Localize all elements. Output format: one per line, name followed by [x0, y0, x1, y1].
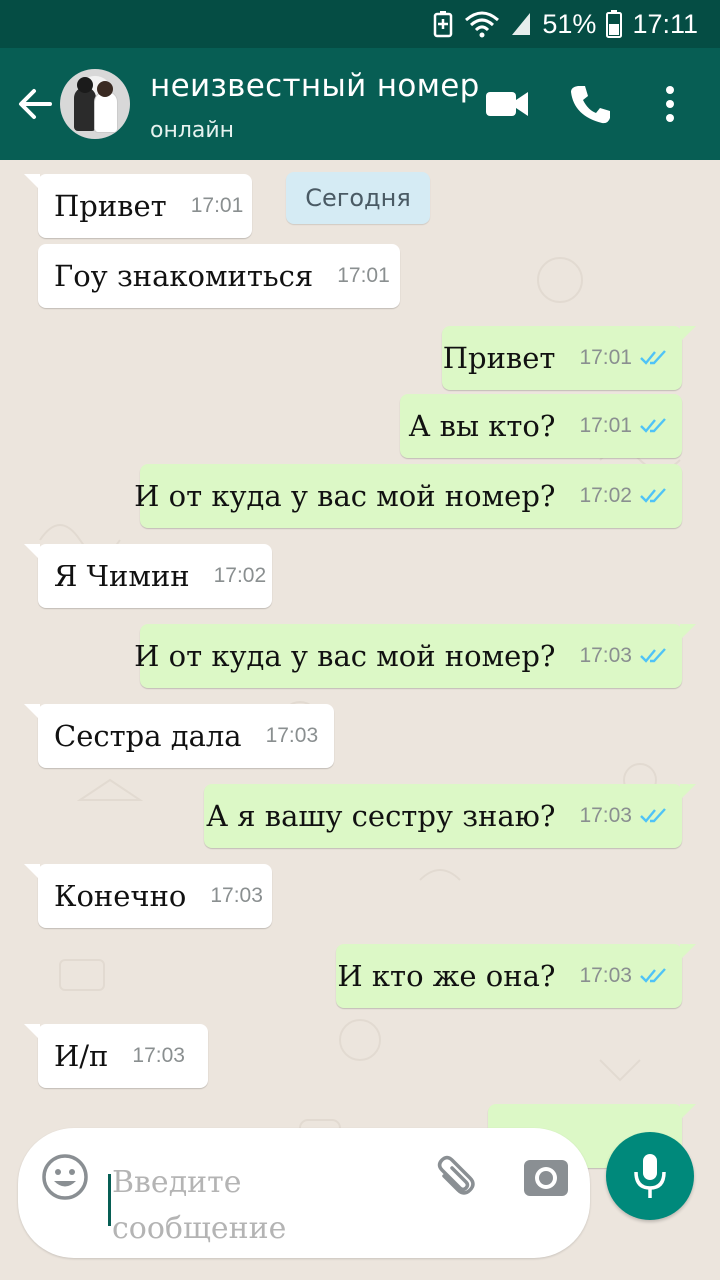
message-time: 17:02 — [213, 564, 267, 587]
battery-saver-icon — [432, 10, 454, 38]
date-chip: Сегодня — [286, 172, 430, 224]
message-text: Сестра дала — [54, 719, 242, 753]
message-incoming[interactable]: Конечно 17:03 — [24, 864, 272, 928]
message-time: 17:03 — [265, 724, 319, 747]
read-ticks-icon — [640, 417, 670, 435]
read-ticks-icon — [640, 349, 670, 367]
more-vert-icon[interactable] — [646, 80, 694, 128]
message-text: Гоу знакомиться — [54, 259, 314, 293]
message-text: И от куда у вас мой номер? — [134, 639, 556, 673]
chat-area[interactable]: Сегодня Привет 17:01 Гоу знакомиться 17:… — [0, 160, 720, 1280]
camera-icon[interactable] — [520, 1152, 572, 1204]
avatar[interactable] — [60, 69, 130, 139]
message-outgoing[interactable]: И от куда у вас мой номер? 17:03 — [134, 624, 696, 688]
emoji-icon[interactable] — [40, 1152, 90, 1202]
message-composer[interactable]: Введите сообщение — [18, 1128, 590, 1258]
contact-status: онлайн — [150, 118, 235, 143]
microphone-icon[interactable] — [606, 1132, 694, 1220]
message-time: 17:01 — [579, 346, 632, 369]
message-time: 17:03 — [579, 964, 632, 987]
clock: 17:11 — [632, 8, 698, 39]
message-text: И кто же она? — [337, 959, 556, 993]
message-outgoing[interactable]: А я вашу сестру знаю? 17:03 — [204, 784, 696, 848]
message-incoming[interactable]: Гоу знакомиться 17:01 — [38, 244, 400, 308]
message-outgoing[interactable]: И кто же она? 17:03 — [336, 944, 696, 1008]
message-time: 17:02 — [579, 484, 632, 507]
message-time: 17:01 — [190, 194, 244, 217]
message-time: 17:03 — [132, 1044, 185, 1067]
message-text: И/п — [54, 1039, 109, 1073]
battery-percent: 51% — [542, 8, 597, 39]
message-text: Я Чимин — [54, 559, 190, 593]
message-text: И от куда у вас мой номер? — [134, 479, 556, 513]
message-text: А вы кто? — [408, 409, 556, 443]
message-time: 17:03 — [579, 644, 632, 667]
chat-header: неизвестный номер онлайн — [0, 48, 720, 160]
message-time: 17:03 — [579, 804, 632, 827]
message-outgoing[interactable]: А вы кто? 17:01 — [400, 394, 682, 458]
message-text: А я вашу сестру знаю? — [206, 799, 556, 833]
message-text: Привет — [54, 189, 167, 223]
message-time: 17:01 — [337, 264, 390, 287]
text-caret — [108, 1174, 111, 1226]
video-call-icon[interactable] — [484, 80, 532, 128]
message-incoming[interactable]: И/п 17:03 — [24, 1024, 208, 1088]
message-time: 17:03 — [210, 884, 263, 907]
message-incoming[interactable]: Привет 17:01 — [24, 174, 252, 238]
read-ticks-icon — [640, 647, 670, 665]
status-icons: 51% 17:11 — [432, 6, 698, 42]
signal-icon — [510, 11, 532, 37]
read-ticks-icon — [640, 487, 670, 505]
paperclip-icon[interactable] — [428, 1154, 478, 1204]
message-outgoing[interactable]: Привет 17:01 — [442, 326, 696, 390]
message-text: Конечно — [54, 879, 187, 913]
phone-icon[interactable] — [566, 80, 614, 128]
contact-name[interactable]: неизвестный номер — [150, 68, 480, 104]
message-text: Привет — [442, 341, 556, 375]
message-input[interactable]: Введите сообщение — [112, 1160, 332, 1252]
message-incoming[interactable]: Я Чимин 17:02 — [24, 544, 272, 608]
message-time: 17:01 — [579, 414, 632, 437]
message-outgoing[interactable]: И от куда у вас мой номер? 17:02 — [134, 464, 682, 528]
read-ticks-icon — [640, 807, 670, 825]
back-arrow-icon[interactable] — [14, 82, 58, 126]
read-ticks-icon — [640, 967, 670, 985]
message-incoming[interactable]: Сестра дала 17:03 — [24, 704, 334, 768]
wifi-icon — [464, 10, 500, 38]
battery-icon — [606, 10, 623, 38]
status-bar: 51% 17:11 — [0, 0, 720, 48]
